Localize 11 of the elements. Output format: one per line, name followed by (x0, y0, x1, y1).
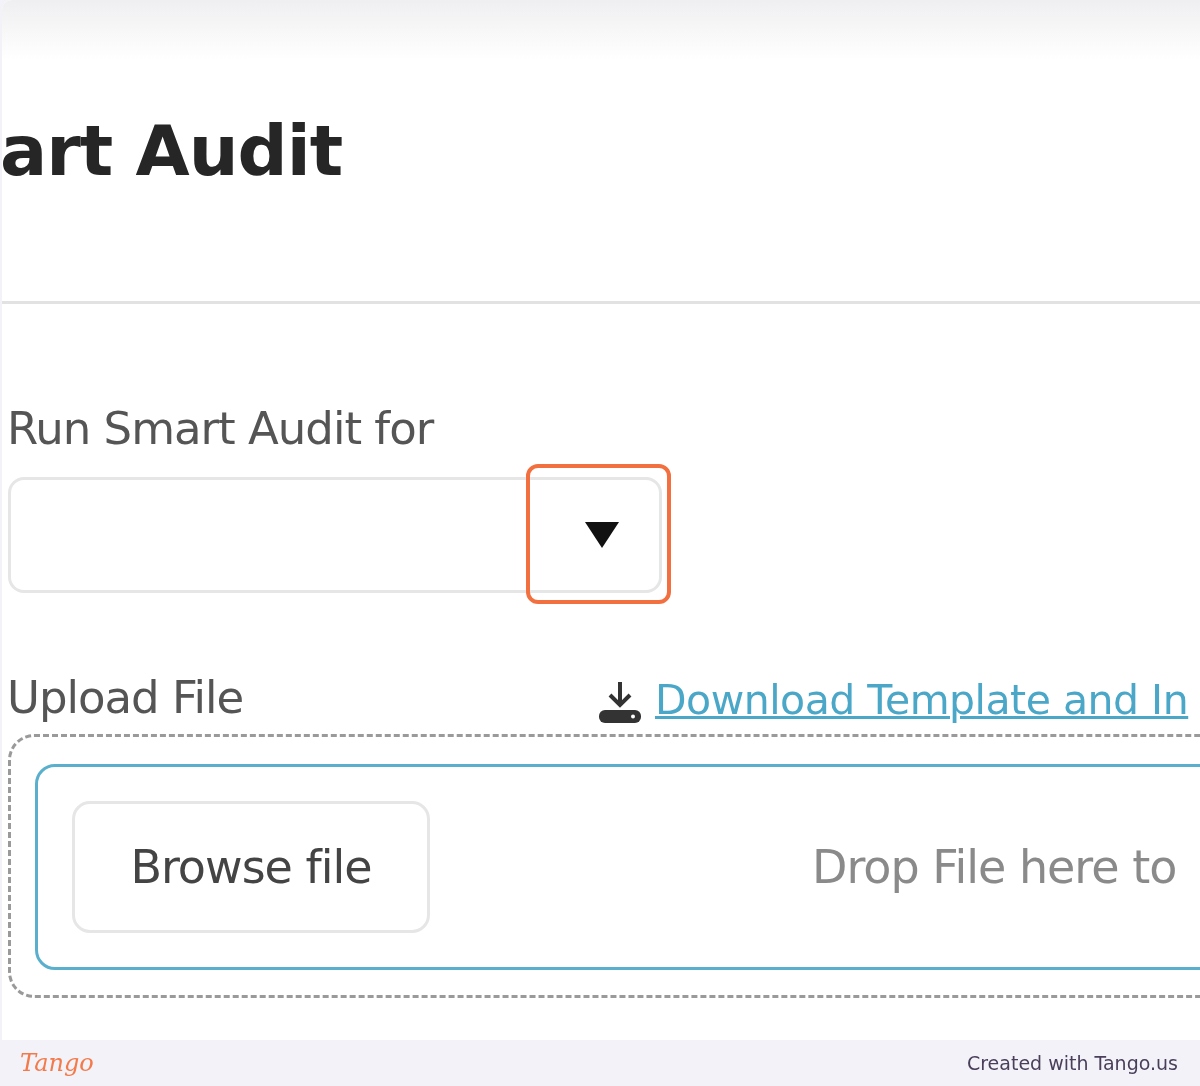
footer-credit: Created with Tango.us (966, 1052, 1178, 1074)
field-label: Upload File (7, 671, 245, 724)
footer-logo: Tango (20, 1049, 94, 1077)
drop-zone[interactable]: Browse file Drop File here to (8, 734, 1200, 998)
caret-icon (585, 522, 619, 548)
drop-hint: Drop File here to (812, 840, 1177, 894)
download-icon (597, 680, 643, 724)
browse-button[interactable]: Browse file (72, 801, 430, 933)
page-title: art Audit (2, 109, 343, 192)
field-label: Run Smart Audit for (7, 402, 436, 455)
select-field[interactable] (8, 477, 662, 593)
